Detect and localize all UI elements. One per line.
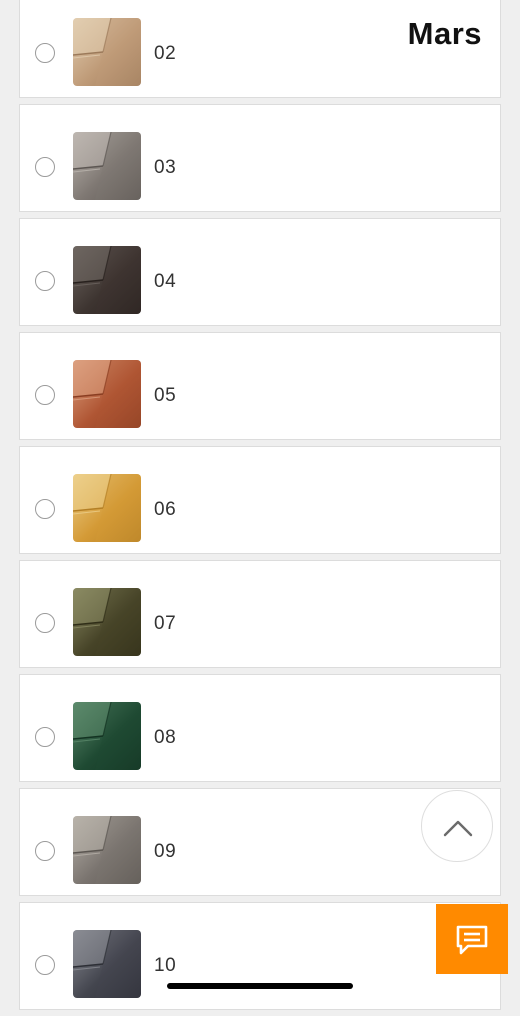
color-code-label: 10 [154,955,177,976]
color-code-label: 03 [154,157,177,178]
radio-button[interactable] [35,43,55,63]
radio-button[interactable] [35,955,55,975]
radio-button[interactable] [35,157,55,177]
color-code-label: 07 [154,613,177,634]
radio-button[interactable] [35,499,55,519]
chevron-up-icon [443,820,473,837]
fabric-swatch-image [73,132,141,200]
fabric-swatch-image [73,360,141,428]
color-option-row[interactable]: 06 [19,446,501,554]
radio-button[interactable] [35,385,55,405]
color-option-row[interactable]: 05 [19,332,501,440]
fabric-swatch-image [73,588,141,656]
color-code-label: 08 [154,727,177,748]
fabric-swatch-image [73,18,141,86]
color-option-row[interactable]: 10 [19,902,501,1010]
color-option-row[interactable]: 03 [19,104,501,212]
scroll-to-top-button[interactable] [421,790,493,862]
chat-button[interactable] [436,904,508,974]
fabric-swatch-image [73,816,141,884]
color-code-label: 02 [154,43,177,64]
color-code-label: 04 [154,271,177,292]
color-option-row[interactable]: 08 [19,674,501,782]
color-code-label: 09 [154,841,177,862]
radio-button[interactable] [35,841,55,861]
radio-button[interactable] [35,271,55,291]
color-option-row[interactable]: 04 [19,218,501,326]
chat-icon [456,925,488,955]
color-option-row[interactable]: 07 [19,560,501,668]
color-code-label: 05 [154,385,177,406]
fabric-swatch-image [73,702,141,770]
color-option-list: 02 03 04 05 06 07 08 09 10 [19,0,501,1016]
home-indicator [167,983,353,989]
fabric-swatch-image [73,930,141,998]
radio-button[interactable] [35,613,55,633]
product-title: Mars [407,16,482,51]
radio-button[interactable] [35,727,55,747]
color-code-label: 06 [154,499,177,520]
fabric-swatch-image [73,474,141,542]
fabric-swatch-image [73,246,141,314]
